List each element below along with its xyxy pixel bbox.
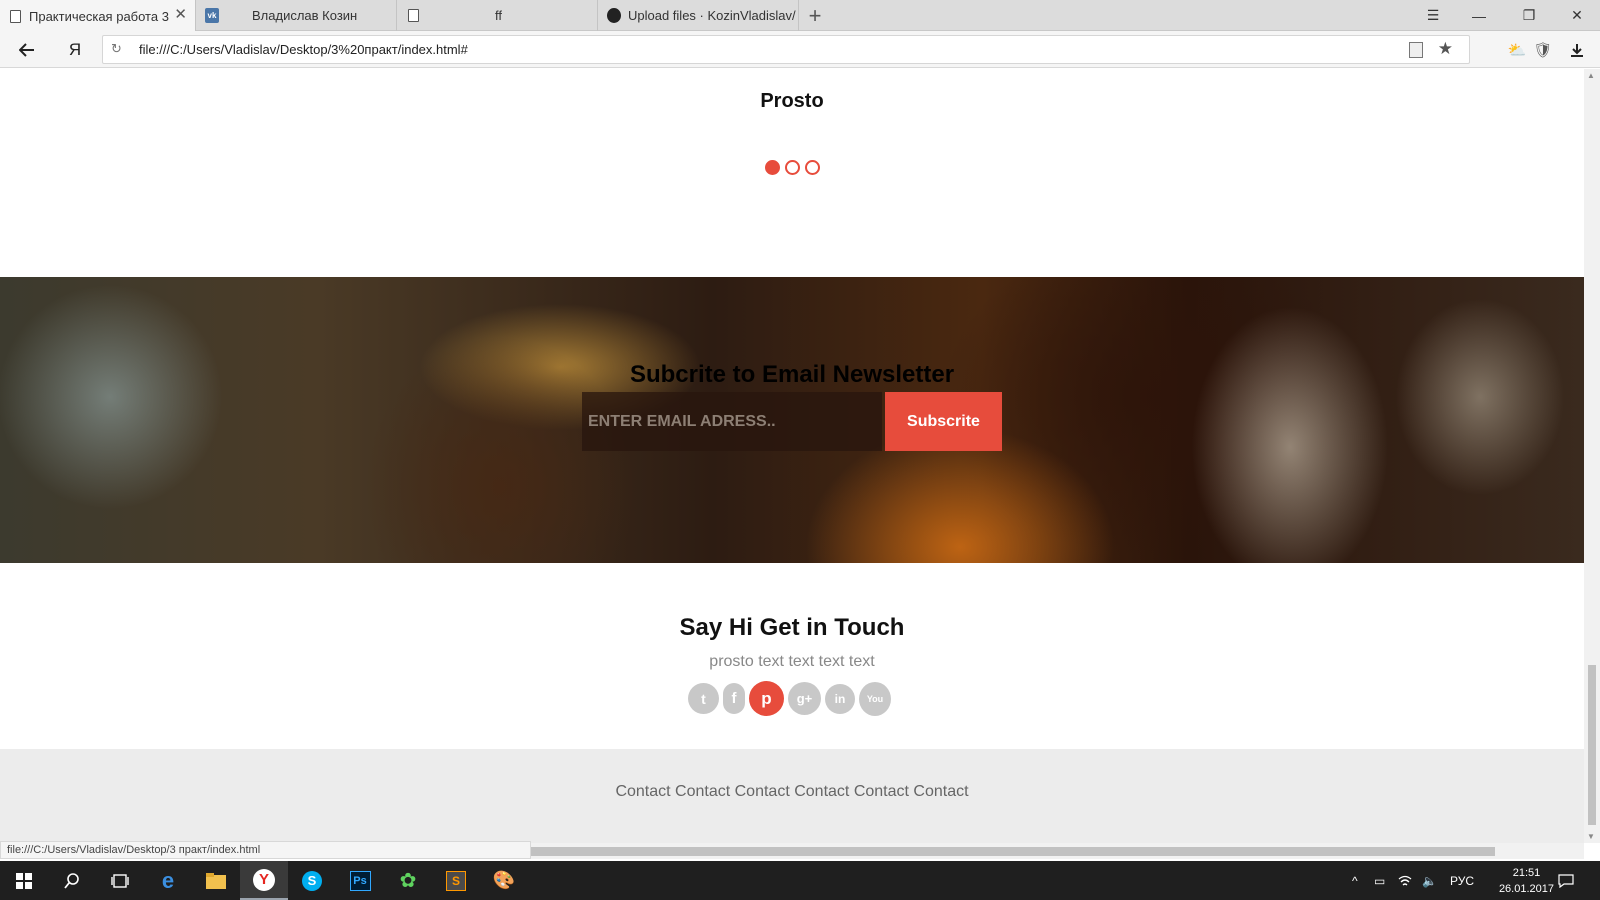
vk-icon: vk xyxy=(205,8,219,23)
youtube-icon[interactable]: You xyxy=(859,681,891,716)
reload-icon[interactable]: ↻ xyxy=(111,41,122,57)
paint-icon[interactable]: 🎨 xyxy=(480,861,528,900)
google-plus-icon[interactable]: g+ xyxy=(788,682,821,715)
address-bar[interactable]: ↻ file:///C:/Users/Vladislav/Desktop/3%2… xyxy=(102,35,1470,64)
skype-icon[interactable]: S xyxy=(288,861,336,900)
page-viewport: Prosto Subcrite to Email Newsletter Subs… xyxy=(0,69,1584,843)
footer: Contact Contact Contact Contact Contact … xyxy=(0,749,1584,843)
tab-title: Upload files · KozinVladislav/ xyxy=(628,8,796,23)
file-explorer-icon[interactable] xyxy=(192,861,240,900)
browser-tab-github[interactable]: Upload files · KozinVladislav/ xyxy=(599,0,799,31)
github-icon xyxy=(607,8,621,23)
photoshop-icon[interactable]: Ps xyxy=(336,861,384,900)
sublime-text-icon[interactable]: S xyxy=(432,861,480,900)
tab-title: ff xyxy=(495,8,502,23)
browser-toolbar: Я ↻ file:///C:/Users/Vladislav/Desktop/3… xyxy=(0,31,1600,68)
battery-icon[interactable]: ▭ xyxy=(1374,861,1385,900)
footer-contact-link[interactable]: Contact xyxy=(794,783,849,800)
clock-time: 21:51 xyxy=(1512,867,1541,879)
tray-chevron-icon[interactable]: ^ xyxy=(1352,861,1358,900)
new-tab-button[interactable]: + xyxy=(800,0,830,31)
bookmark-star-icon[interactable]: ★ xyxy=(1438,39,1453,59)
browser-tab-vk[interactable]: vk Владислав Козин xyxy=(197,0,397,31)
system-clock[interactable]: 21:51 26.01.2017 xyxy=(1499,865,1554,897)
horizontal-scroll-thumb[interactable] xyxy=(530,847,1495,856)
subscribe-button[interactable]: Subscrite xyxy=(885,392,1002,451)
email-input[interactable] xyxy=(582,392,882,451)
contact-title: Say Hi Get in Touch xyxy=(679,614,905,641)
tab-title: Владислав Козин xyxy=(252,8,358,23)
vertical-scroll-thumb[interactable] xyxy=(1588,665,1596,825)
browser-tab-strip: Практическая работа 3 ✕ vk Владислав Коз… xyxy=(0,0,1600,32)
footer-contact-link[interactable]: Contact xyxy=(615,783,670,800)
windows-start-icon[interactable] xyxy=(0,861,48,900)
windows-taskbar: e Y S Ps ✿ S 🎨 ^ ▭ 🔈 РУС 21:51 26.01.201… xyxy=(0,861,1600,900)
icq-icon[interactable]: ✿ xyxy=(384,861,432,900)
input-language[interactable]: РУС xyxy=(1450,861,1474,900)
vertical-scrollbar[interactable]: ▲ ▼ xyxy=(1584,69,1600,843)
downloads-icon[interactable] xyxy=(1562,31,1592,68)
document-icon xyxy=(406,9,420,23)
tab-title: Практическая работа 3 xyxy=(29,8,169,24)
slider-title: Prosto xyxy=(760,90,824,112)
contact-subtitle: prosto text text text text xyxy=(709,653,875,670)
linkedin-icon[interactable]: in xyxy=(825,683,855,714)
footer-links: Contact Contact Contact Contact Contact … xyxy=(0,783,1584,801)
clock-date: 26.01.2017 xyxy=(1498,883,1554,895)
yandex-logo-icon[interactable]: Я xyxy=(58,31,92,68)
minimize-icon[interactable]: — xyxy=(1456,0,1502,31)
action-center-icon[interactable] xyxy=(1558,861,1574,900)
tab-close-icon[interactable]: ✕ xyxy=(174,7,187,22)
wifi-icon[interactable] xyxy=(1398,861,1412,900)
slider-pagination xyxy=(0,160,1584,175)
newsletter-section: Subcrite to Email Newsletter Subscrite xyxy=(0,277,1584,563)
facebook-icon[interactable]: f xyxy=(723,683,745,714)
footer-contact-link[interactable]: Contact xyxy=(735,783,790,800)
reader-mode-icon[interactable] xyxy=(1409,42,1423,58)
status-url: file:///C:/Users/Vladislav/Desktop/3 пра… xyxy=(0,841,531,859)
slider-dot-3[interactable] xyxy=(804,160,820,175)
footer-contact-link[interactable]: Contact xyxy=(675,783,730,800)
address-url[interactable]: file:///C:/Users/Vladislav/Desktop/3%20п… xyxy=(139,42,468,57)
search-icon[interactable] xyxy=(48,861,96,900)
scroll-up-icon[interactable]: ▲ xyxy=(1587,71,1595,80)
slider-dot-2[interactable] xyxy=(784,160,800,175)
footer-contact-link[interactable]: Contact xyxy=(854,783,909,800)
footer-contact-link[interactable]: Contact xyxy=(913,783,968,800)
browser-tab-ff[interactable]: ff xyxy=(398,0,598,31)
pinterest-icon[interactable]: p xyxy=(749,681,784,716)
volume-icon[interactable]: 🔈 xyxy=(1422,861,1437,900)
edge-browser-icon[interactable]: e xyxy=(144,861,192,900)
close-window-icon[interactable]: ✕ xyxy=(1554,0,1600,31)
document-icon xyxy=(8,9,22,23)
protect-shield-icon[interactable]: 🛡 xyxy=(1528,31,1558,68)
browser-tab-practical-work[interactable]: Практическая работа 3 ✕ xyxy=(0,0,196,32)
slider-dot-1[interactable] xyxy=(764,160,780,175)
newsletter-title: Subcrite to Email Newsletter xyxy=(629,361,955,388)
back-arrow-icon[interactable] xyxy=(10,31,44,68)
browser-menu-icon[interactable]: ☰ xyxy=(1410,0,1456,31)
yandex-browser-icon[interactable]: Y xyxy=(240,861,288,900)
social-links: t f p g+ in You xyxy=(688,681,891,716)
task-view-icon[interactable] xyxy=(96,861,144,900)
restore-icon[interactable]: ❐ xyxy=(1506,0,1552,31)
twitter-icon[interactable]: t xyxy=(688,683,719,714)
scroll-down-icon[interactable]: ▼ xyxy=(1587,832,1595,841)
